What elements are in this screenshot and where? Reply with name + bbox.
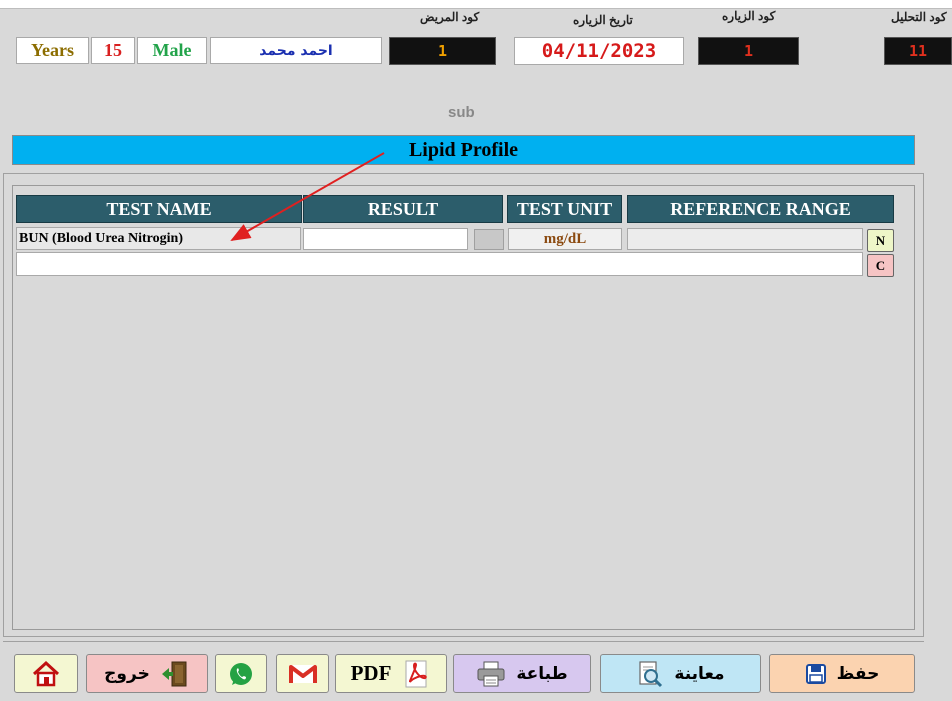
save-button-label: حفظ — [836, 663, 880, 684]
preview-button[interactable]: معاينة — [600, 654, 761, 693]
exit-button[interactable]: خروج — [86, 654, 208, 693]
pdf-button[interactable]: PDF — [335, 654, 447, 693]
save-button[interactable]: حفظ — [769, 654, 915, 693]
pdf-icon — [405, 660, 428, 687]
whatsapp-button[interactable] — [215, 654, 267, 693]
floppy-disk-icon — [805, 663, 826, 684]
email-button[interactable] — [276, 654, 329, 693]
annotation-arrow — [230, 152, 385, 241]
exit-door-icon — [161, 661, 187, 686]
pdf-button-label: PDF — [350, 661, 392, 685]
printer-icon — [477, 661, 505, 686]
home-button[interactable] — [14, 654, 78, 693]
gmail-icon — [288, 664, 317, 683]
preview-button-label: معاينة — [674, 663, 725, 684]
document-magnifier-icon — [639, 660, 663, 687]
print-button[interactable]: طباعة — [453, 654, 591, 693]
print-button-label: طباعة — [516, 663, 568, 684]
home-icon — [32, 660, 60, 686]
whatsapp-icon — [230, 662, 252, 685]
panel-divider — [3, 641, 924, 642]
exit-button-label: خروج — [104, 663, 150, 684]
